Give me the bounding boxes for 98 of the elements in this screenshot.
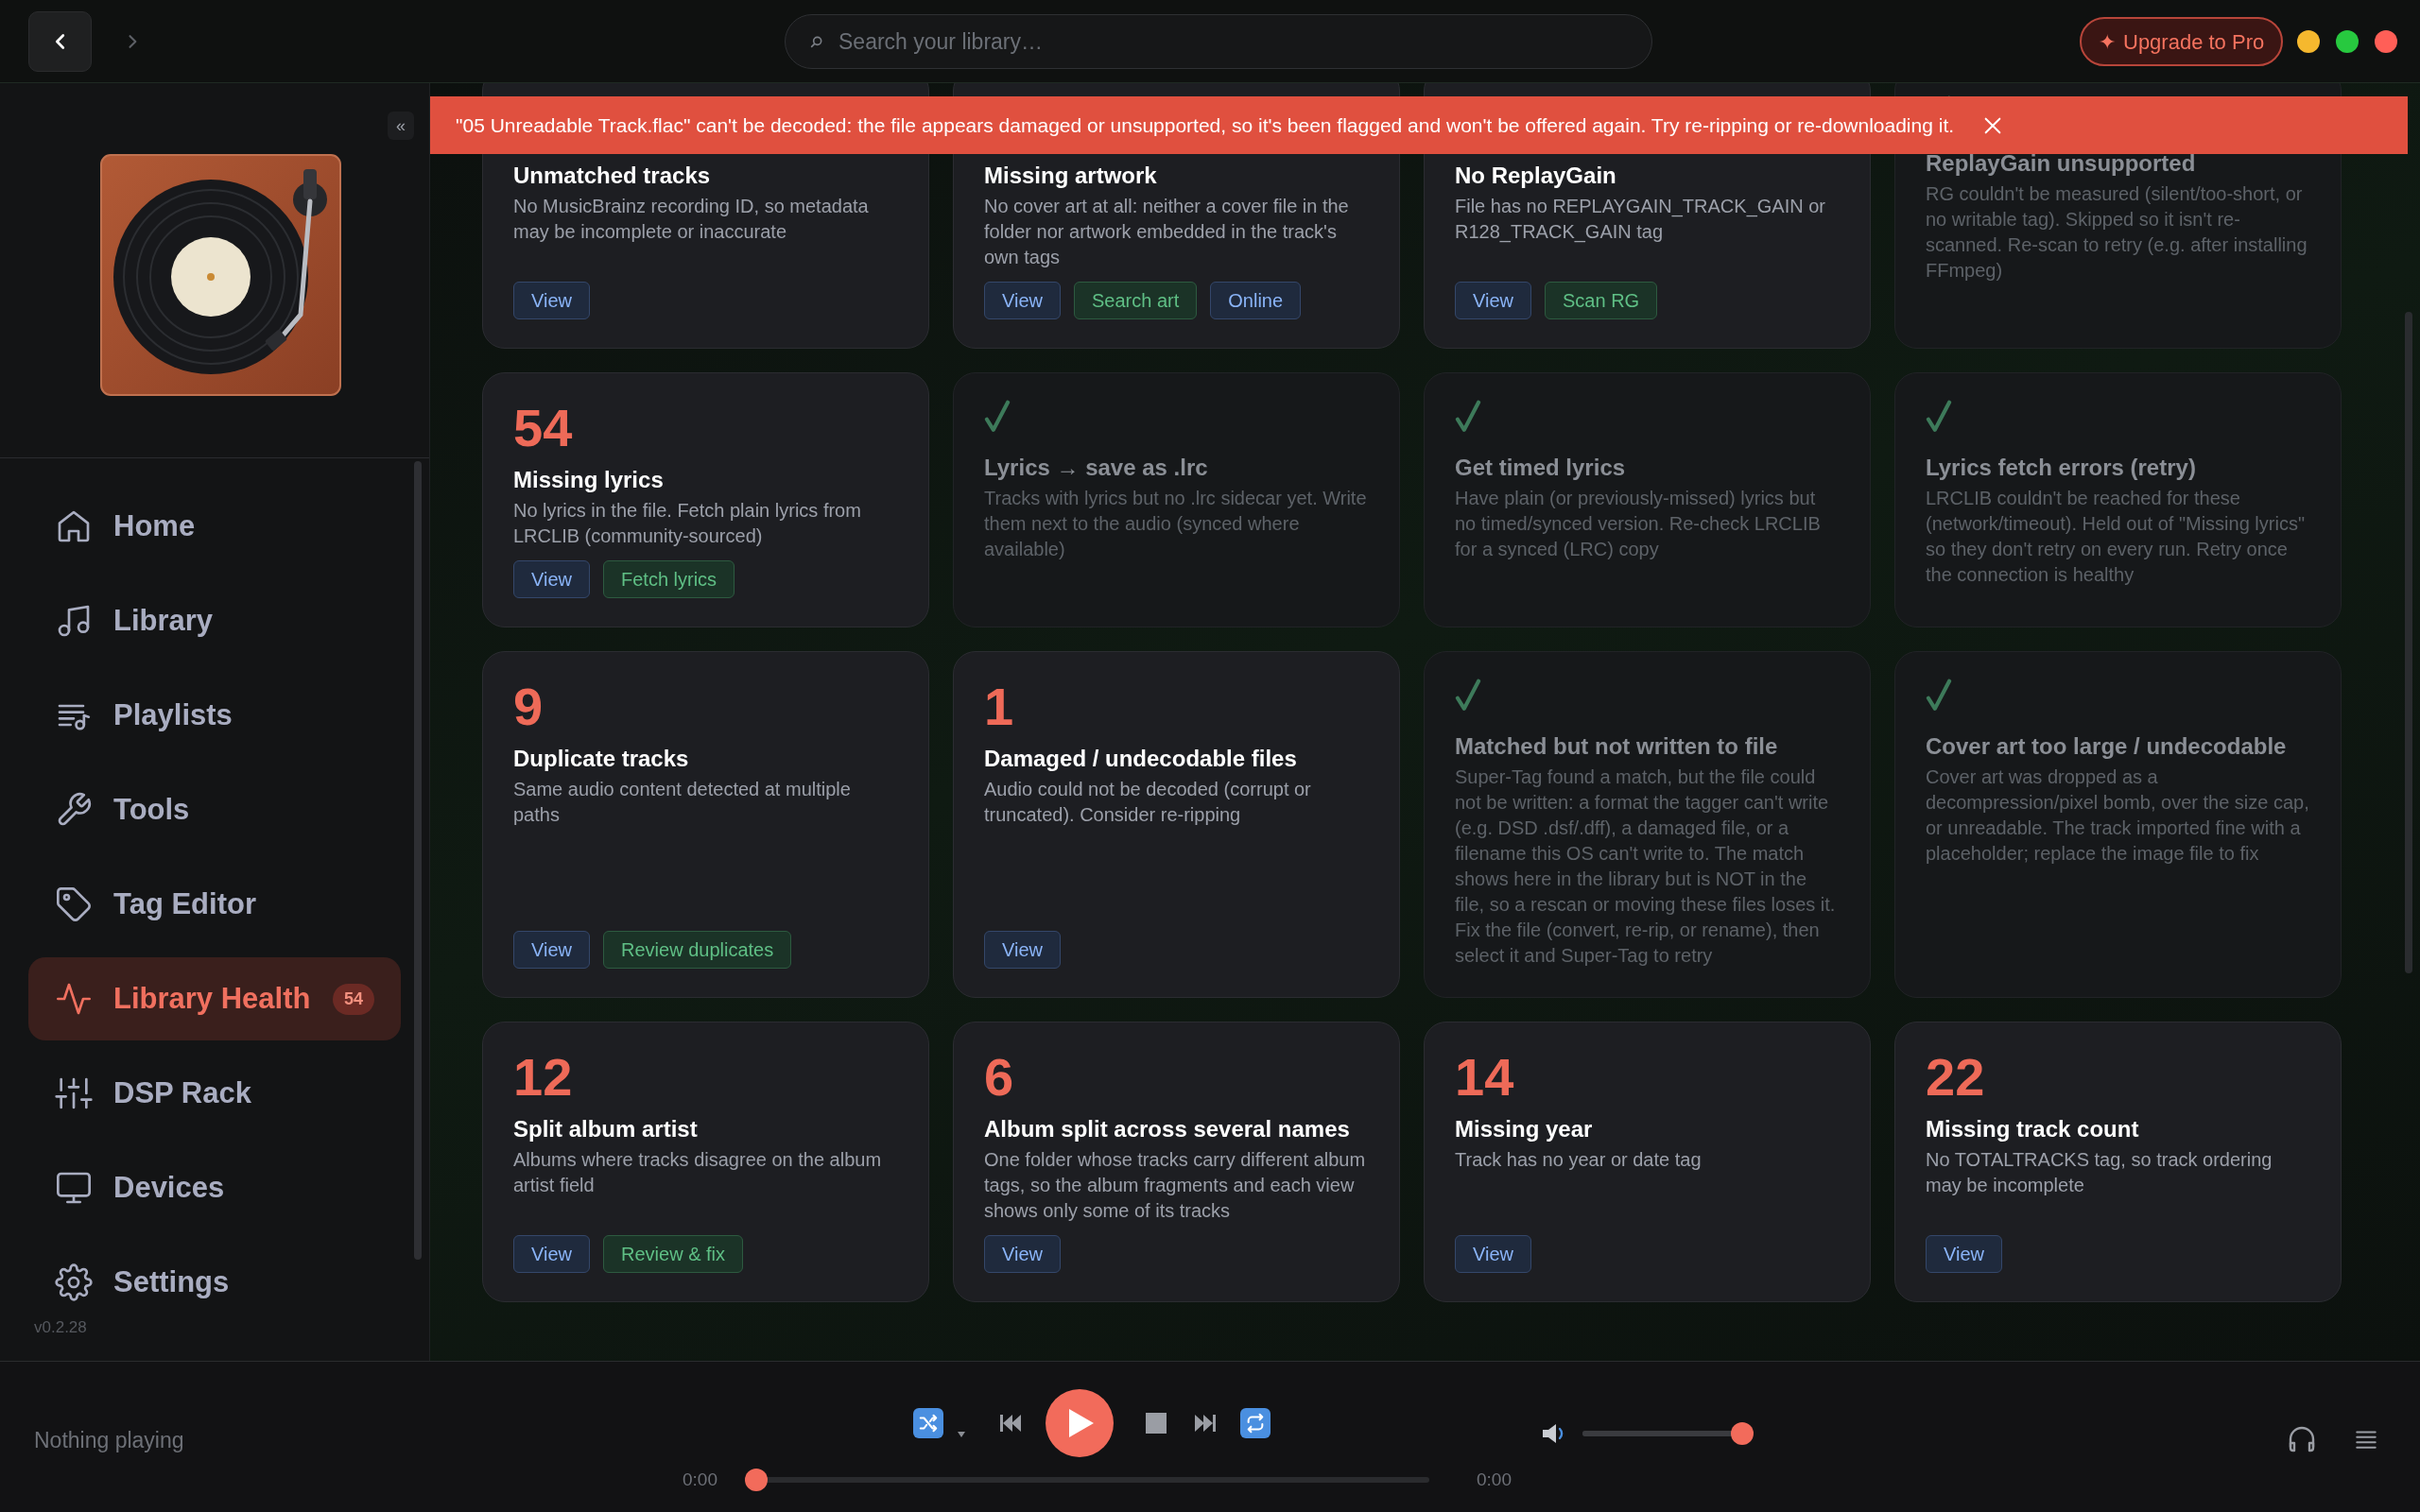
minimize-button[interactable] — [2297, 30, 2320, 53]
card-title: Missing lyrics — [513, 466, 665, 494]
check-icon — [1926, 400, 1952, 434]
check-icon — [984, 400, 1011, 434]
view-button[interactable]: View — [513, 560, 590, 598]
check-icon — [1455, 400, 1481, 434]
search-icon — [809, 34, 824, 49]
caret-icon — [958, 1432, 965, 1437]
view-button[interactable]: View — [1926, 1235, 2002, 1273]
card-description: Super-Tag found a match, but the file could not be written: a format the tagger can't write (e.g. DSD .dsf/.dff), a damaged file, or a filename this OS can't write to. The match shows here in the library but is NOT in the file, so a rescan or moving these files loses it. Fix the file (convert, re-rip, or rename), then select it and Super-Tag to retry — [1455, 765, 1837, 968]
view-button[interactable]: View — [513, 282, 590, 319]
nav-item[interactable]: DSP Rack — [28, 1052, 401, 1135]
card-title: Get timed lyrics — [1455, 454, 1627, 482]
card-description: No TOTALTRACKS tag, so track ordering may be incomplete — [1926, 1148, 2273, 1197]
card-description: Same audio content detected at multiple paths — [513, 778, 852, 827]
repeat-button[interactable] — [1240, 1408, 1270, 1438]
view-button[interactable]: View — [513, 1235, 590, 1273]
card-description: LRCLIB couldn't be reached for these (network/timeout). Held out of "Missing lyrics" so they don't retry on every run. Retry once the connection is healthy — [1926, 487, 2306, 587]
card-title: Missing artwork — [984, 162, 1158, 190]
card-title: Split album artist — [513, 1115, 699, 1143]
card-description: No cover art at all: neither a cover file in the folder nor artwork embedded in the track's own tags — [984, 195, 1350, 269]
card-description: File has no REPLAYGAIN_TRACK_GAIN or R128_TRACK_GAIN tag — [1455, 195, 1826, 245]
repeat-icon — [1245, 1413, 1266, 1434]
card-description: RG couldn't be measured (silent/too-short, or no writable tag). Skipped so it isn't re-scanned. Re-scan to retry (e.g. after installing FFmpeg) — [1926, 182, 2308, 283]
card-description: No MusicBrainz recording ID, so metadata may be incomplete or inaccurate — [513, 195, 870, 244]
card-title: Missing year — [1455, 1115, 1594, 1143]
card-title: Cover art too large / undecodable — [1926, 732, 2288, 761]
card-description: Track has no year or date tag — [1455, 1148, 1703, 1172]
card-description: Have plain (or previously-missed) lyrics but no timed/synced version. Re-check LRCLIB for a synced (LRC) copy — [1455, 487, 1822, 561]
check-icon — [1455, 679, 1481, 713]
play-icon — [1069, 1409, 1094, 1437]
action-button[interactable]: Review duplicates — [603, 931, 792, 969]
card-description: Audio could not be decoded (corrupt or truncated). Consider re-ripping — [984, 778, 1312, 827]
card-title: Damaged / undecodable files — [984, 745, 1298, 773]
check-icon — [1926, 679, 1952, 713]
card-title: Lyrics fetch errors (retry) — [1926, 454, 2197, 482]
view-button[interactable]: View — [513, 931, 590, 969]
card-title: ReplayGain unsupported — [1926, 149, 2197, 178]
card-title: Matched but not written to file — [1455, 732, 1779, 761]
nav-item[interactable]: Devices — [28, 1146, 401, 1229]
view-button[interactable]: View — [1455, 282, 1531, 319]
settings-icon — [55, 1263, 93, 1301]
tag-icon — [55, 885, 93, 923]
nav-item[interactable]: Home — [28, 485, 401, 568]
nav-item[interactable]: Tag Editor — [28, 863, 401, 946]
count-badge: 54 — [332, 983, 374, 1015]
stop-icon — [1146, 1413, 1167, 1434]
now-playing-label: Nothing playing — [34, 1428, 184, 1452]
banner-message: "05 Unreadable Track.flac" can't be decoded: the file appears damaged or unsupported, so it's been flagged and won't be offered again. Try re-ripping or re-downloading it. — [456, 112, 1955, 138]
action-button[interactable]: Scan RG — [1545, 282, 1658, 319]
card-title: Missing track count — [1926, 1115, 2140, 1143]
skip-back-icon — [998, 1413, 1023, 1434]
view-button[interactable]: Online — [1210, 282, 1302, 319]
scrollbar[interactable] — [414, 461, 422, 1260]
card-description: No lyrics in the file. Fetch plain lyrics from LRCLIB (community-sourced) — [513, 499, 862, 548]
nav-item[interactable]: Library Health 54 — [28, 957, 401, 1040]
close-button[interactable] — [2375, 30, 2397, 53]
volume-thumb[interactable] — [1731, 1422, 1754, 1445]
action-button[interactable]: Review & fix — [603, 1235, 744, 1273]
card-description: Cover art was dropped as a decompression/pixel bomb, over the size cap, or unreadable. The track imported fine with a placeholder; replace the image file to fix — [1926, 765, 2310, 866]
issue-count: 9 — [513, 680, 544, 733]
scrollbar[interactable] — [2405, 312, 2412, 973]
issue-count: 22 — [1926, 1051, 1985, 1104]
issue-count: 6 — [984, 1051, 1014, 1104]
skip-forward-icon — [1193, 1413, 1218, 1434]
card-title: Unmatched tracks — [513, 162, 712, 190]
card-description: One folder whose tracks carry different album tags, so the album fragments and each view shows only some of its tracks — [984, 1148, 1367, 1223]
issue-count: 1 — [984, 680, 1014, 733]
view-button[interactable]: View — [984, 1235, 1061, 1273]
search-field[interactable]: Search your library… — [785, 14, 1652, 69]
card-title: Lyrics → save as .lrc — [984, 454, 1209, 482]
card-title: No ReplayGain — [1455, 162, 1617, 190]
upgrade-button[interactable]: ✦ Upgrade to Pro — [2080, 17, 2284, 66]
nav-item[interactable]: Library — [28, 579, 401, 662]
card-description: Tracks with lyrics but no .lrc sidecar yet. Write them next to the audio (synced where available) — [984, 487, 1368, 561]
view-button[interactable]: View — [984, 931, 1061, 969]
view-button[interactable]: View — [1455, 1235, 1531, 1273]
dropdown-button[interactable] — [957, 1430, 966, 1439]
progress-thumb[interactable] — [745, 1469, 768, 1492]
nav-item[interactable]: Playlists — [28, 674, 401, 757]
issue-count: 54 — [513, 402, 573, 455]
shuffle-button[interactable] — [913, 1408, 943, 1438]
total-time: 0:00 — [1477, 1469, 1512, 1491]
nav-item[interactable]: Tools — [28, 768, 401, 851]
action-button[interactable]: Search art — [1074, 282, 1198, 319]
maximize-button[interactable] — [2336, 30, 2359, 53]
card-description: Albums where tracks disagree on the album artist field — [513, 1148, 883, 1197]
action-button[interactable]: Fetch lyrics — [603, 560, 735, 598]
shuffle-icon — [918, 1413, 939, 1434]
sparkle-icon: ✦ — [2099, 26, 2116, 58]
issue-count: 14 — [1455, 1051, 1514, 1104]
card-title: Duplicate tracks — [513, 745, 690, 773]
elapsed-time: 0:00 — [682, 1469, 718, 1491]
issue-count: 12 — [513, 1051, 573, 1104]
view-button[interactable]: View — [984, 282, 1061, 319]
version-label: v0.2.28 — [34, 1317, 87, 1338]
collapse-button[interactable]: « — [388, 112, 414, 140]
card-title: Album split across several names — [984, 1115, 1351, 1143]
